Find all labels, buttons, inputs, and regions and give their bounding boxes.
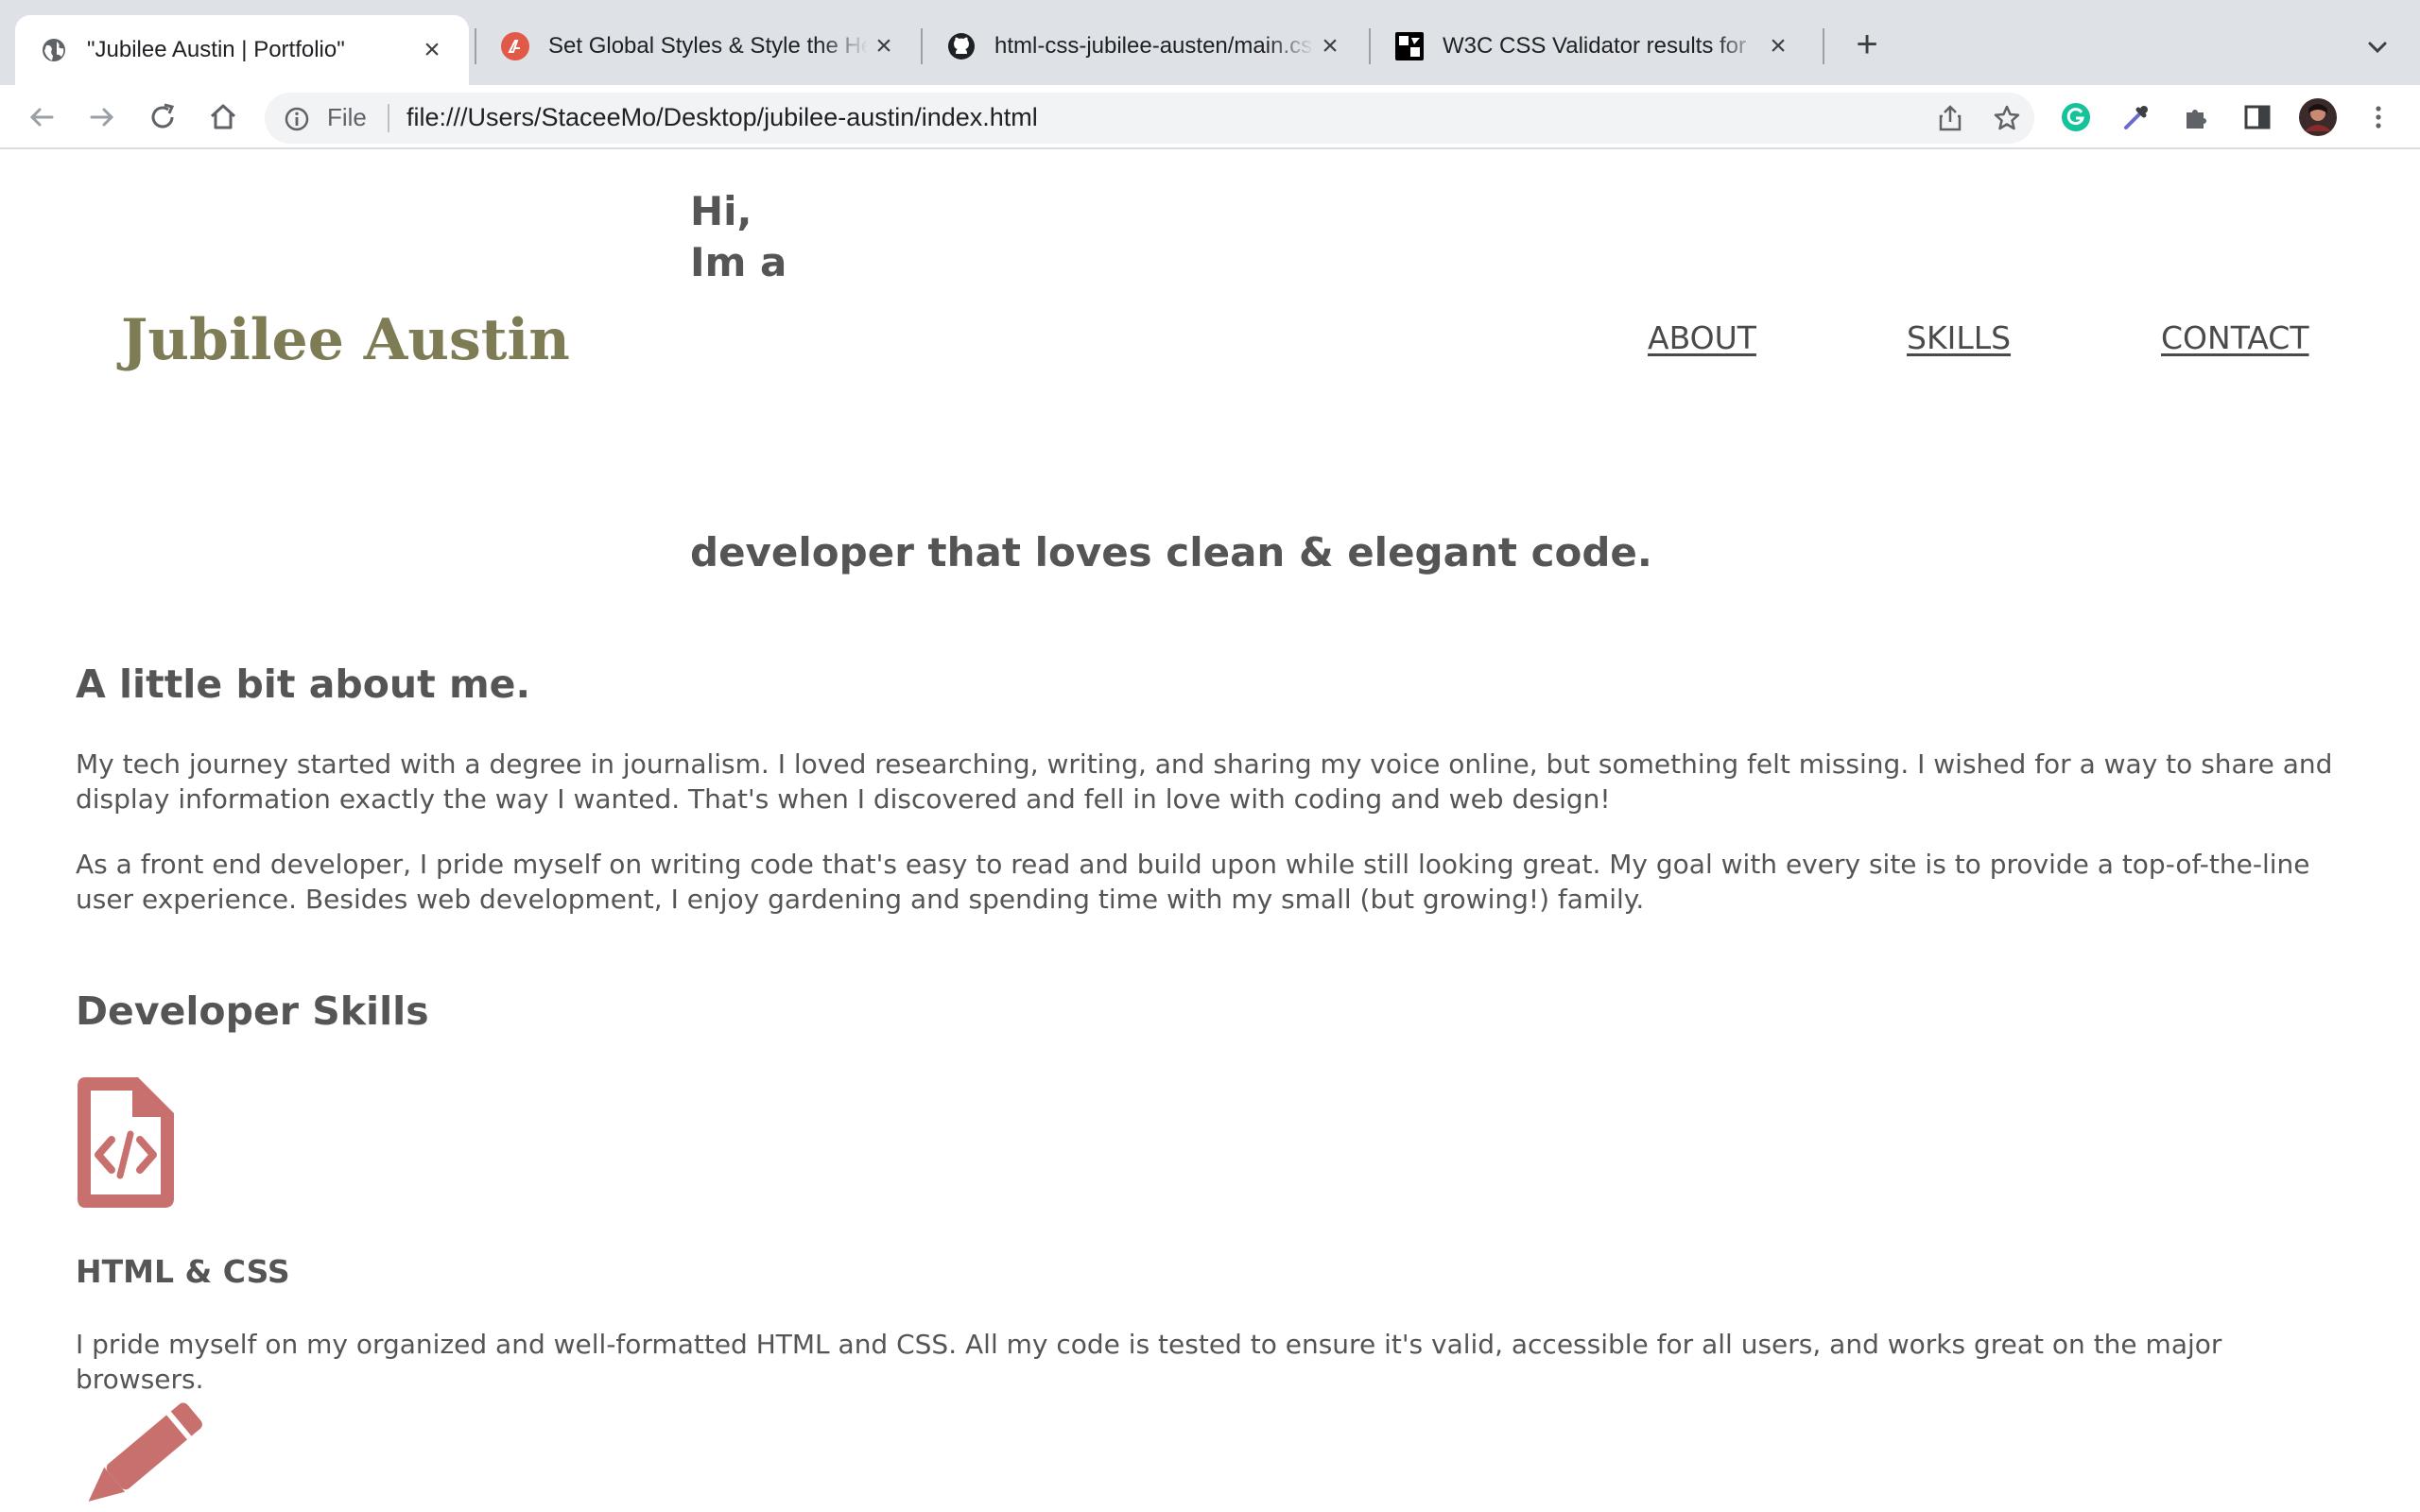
tab-jubilee-portfolio[interactable]: "Jubilee Austin | Portfolio" × xyxy=(15,15,469,85)
close-icon[interactable]: × xyxy=(1762,32,1794,60)
extensions-button[interactable] xyxy=(2176,96,2218,138)
page-viewport: Jubilee Austin Hi, Im a ABOUT SKILLS CON… xyxy=(0,151,2420,1512)
code-file-icon xyxy=(76,1075,176,1213)
bookmark-star-icon[interactable] xyxy=(1993,104,2021,137)
kebab-menu-icon xyxy=(2376,106,2381,129)
avatar-icon xyxy=(2299,98,2337,136)
reload-button[interactable] xyxy=(142,96,183,138)
about-paragraph-1: My tech journey started with a degree in… xyxy=(76,748,2333,815)
w3c-icon xyxy=(1395,32,1424,60)
eyedropper-extension-button[interactable] xyxy=(2116,96,2157,138)
grammarly-icon xyxy=(2062,103,2090,131)
home-button[interactable] xyxy=(202,96,244,138)
tab-title: html-css-jubilee-austen/main.css xyxy=(994,33,1314,59)
close-icon[interactable]: × xyxy=(868,32,900,60)
nav-link-skills[interactable]: SKILLS xyxy=(1907,319,2011,356)
omnibox-divider xyxy=(388,104,389,132)
info-icon[interactable] xyxy=(284,106,310,137)
skills-heading: Developer Skills xyxy=(76,988,429,1034)
github-icon xyxy=(947,32,976,60)
eyedropper-icon xyxy=(2124,106,2148,129)
reload-icon xyxy=(151,103,175,129)
new-tab-button[interactable]: + xyxy=(1848,26,1886,64)
nav-link-about[interactable]: ABOUT xyxy=(1648,319,1756,356)
browser-menu-button[interactable] xyxy=(2358,96,2399,138)
scheme-label: File xyxy=(327,103,367,131)
forward-button[interactable] xyxy=(81,96,123,138)
profile-avatar[interactable] xyxy=(2297,96,2339,138)
tab-title: "Jubilee Austin | Portfolio" xyxy=(87,37,345,62)
globe-icon xyxy=(40,36,68,64)
bootcamp-favicon-icon xyxy=(501,32,529,60)
share-icon[interactable] xyxy=(1936,104,1964,137)
address-bar[interactable]: File file:///Users/StaceeMo/Desktop/jubi… xyxy=(265,93,2034,144)
tab-github-main-css[interactable]: html-css-jubilee-austen/main.css × xyxy=(923,15,1367,77)
pencil-icon xyxy=(76,1391,217,1512)
grammarly-extension-button[interactable] xyxy=(2055,96,2097,138)
side-panel-button[interactable] xyxy=(2237,96,2278,138)
tab-title: W3C CSS Validator results for xyxy=(1443,33,1746,59)
home-icon xyxy=(210,104,236,129)
tab-w3c-validator[interactable]: W3C CSS Validator results for × xyxy=(1371,15,1815,77)
close-icon[interactable]: × xyxy=(1314,32,1346,60)
about-heading: A little bit about me. xyxy=(76,662,531,707)
arrow-right-icon xyxy=(90,108,114,127)
hero-greeting: Hi, Im a xyxy=(690,186,786,288)
side-panel-icon xyxy=(2244,105,2271,129)
tab-set-global-styles[interactable]: Set Global Styles & Style the Header × xyxy=(476,15,921,77)
skill-title-html-css: HTML & CSS xyxy=(76,1253,290,1290)
browser-toolbar: File file:///Users/StaceeMo/Desktop/jubi… xyxy=(0,85,2420,149)
browser-tab-strip: "Jubilee Austin | Portfolio" × Set Globa… xyxy=(0,0,2420,85)
site-brand[interactable]: Jubilee Austin xyxy=(121,307,570,373)
tab-title: Set Global Styles & Style the Header xyxy=(548,33,868,59)
nav-link-contact[interactable]: CONTACT xyxy=(2161,319,2309,356)
about-paragraph-2: As a front end developer, I pride myself… xyxy=(76,849,2310,915)
url-text[interactable]: file:///Users/StaceeMo/Desktop/jubilee-a… xyxy=(406,103,1038,132)
greeting-line-1: Hi, xyxy=(690,188,752,234)
hero-tagline: developer that loves clean & elegant cod… xyxy=(690,529,1652,576)
back-button[interactable] xyxy=(21,96,62,138)
chevron-down-icon xyxy=(2368,42,2387,54)
puzzle-icon xyxy=(2187,110,2206,129)
arrow-left-icon xyxy=(29,108,54,127)
tab-search-button[interactable] xyxy=(2359,28,2396,66)
tab-separator xyxy=(1823,28,1824,64)
close-icon[interactable]: × xyxy=(416,36,448,64)
greeting-line-2: Im a xyxy=(690,239,787,285)
skill-description-html-css: I pride myself on my organized and well-… xyxy=(76,1329,2222,1395)
